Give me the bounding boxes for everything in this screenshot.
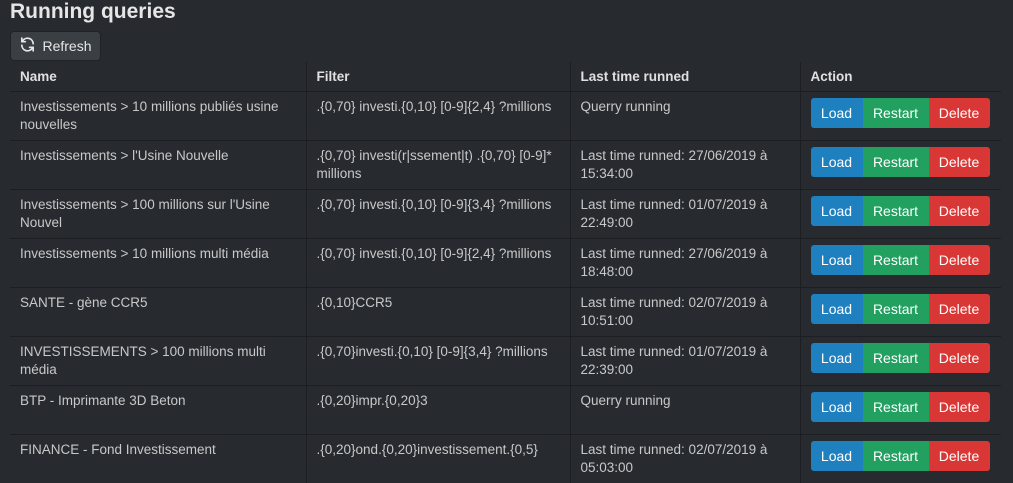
delete-button[interactable]: Delete	[929, 98, 990, 128]
delete-button[interactable]: Delete	[929, 441, 990, 471]
table-row: Investissements > 10 millions publiés us…	[10, 92, 1001, 141]
delete-button[interactable]: Delete	[929, 392, 990, 422]
load-button[interactable]: Load	[811, 441, 863, 471]
query-name: FINANCE - Fond Investissement	[10, 435, 306, 483]
table-row: Investissements > l'Usine Nouvelle .{0,7…	[10, 141, 1001, 190]
header-last-run: Last time runned	[570, 62, 800, 92]
load-button[interactable]: Load	[811, 392, 863, 422]
page-title: Running queries	[10, 0, 176, 24]
query-filter: .{0,70} investi.{0,10} [0-9]{2,4} ?milli…	[306, 92, 570, 141]
table-header-row: Name Filter Last time runned Action	[10, 62, 1001, 92]
restart-button[interactable]: Restart	[863, 98, 929, 128]
query-name: Investissements > 10 millions publiés us…	[10, 92, 306, 141]
query-name: INVESTISSEMENTS > 100 millions multi méd…	[10, 337, 306, 386]
query-last-run: Last time runned: 27/06/2019 à 15:34:00	[570, 141, 800, 190]
query-filter: .{0,10}CCR5	[306, 288, 570, 337]
query-actions: LoadRestartDelete	[800, 386, 1001, 435]
load-button[interactable]: Load	[811, 245, 863, 275]
queries-table: Name Filter Last time runned Action Inve…	[10, 62, 1001, 483]
header-name: Name	[10, 62, 306, 92]
delete-button[interactable]: Delete	[929, 343, 990, 373]
query-filter: .{0,20}impr.{0,20}3	[306, 386, 570, 435]
load-button[interactable]: Load	[811, 343, 863, 373]
delete-button[interactable]: Delete	[929, 147, 990, 177]
query-last-run: Last time runned: 02/07/2019 à 05:03:00	[570, 435, 800, 483]
header-filter: Filter	[306, 62, 570, 92]
table-row: Investissements > 100 millions sur l'Usi…	[10, 190, 1001, 239]
query-last-run: Last time runned: 01/07/2019 à 22:39:00	[570, 337, 800, 386]
query-actions: LoadRestartDelete	[800, 92, 1001, 141]
query-filter: .{0,70} investi.{0,10} [0-9]{2,4} ?milli…	[306, 239, 570, 288]
load-button[interactable]: Load	[811, 98, 863, 128]
load-button[interactable]: Load	[811, 147, 863, 177]
table-row: Investissements > 10 millions multi médi…	[10, 239, 1001, 288]
query-filter: .{0,70}investi.{0,10} [0-9]{3,4} ?millio…	[306, 337, 570, 386]
restart-button[interactable]: Restart	[863, 245, 929, 275]
query-last-run: Last time runned: 02/07/2019 à 10:51:00	[570, 288, 800, 337]
restart-button[interactable]: Restart	[863, 147, 929, 177]
header-action: Action	[800, 62, 1001, 92]
query-actions: LoadRestartDelete	[800, 435, 1001, 483]
delete-button[interactable]: Delete	[929, 196, 990, 226]
query-name: SANTE - gène CCR5	[10, 288, 306, 337]
query-actions: LoadRestartDelete	[800, 190, 1001, 239]
restart-button[interactable]: Restart	[863, 441, 929, 471]
table-row: BTP - Imprimante 3D Beton .{0,20}impr.{0…	[10, 386, 1001, 435]
query-filter: .{0,70} investi(r|ssement|t) .{0,70} [0-…	[306, 141, 570, 190]
table-row: FINANCE - Fond Investissement .{0,20}ond…	[10, 435, 1001, 483]
delete-button[interactable]: Delete	[929, 245, 990, 275]
query-last-run: Querry running	[570, 92, 800, 141]
query-actions: LoadRestartDelete	[800, 239, 1001, 288]
table-row: SANTE - gène CCR5 .{0,10}CCR5 Last time …	[10, 288, 1001, 337]
table-row: INVESTISSEMENTS > 100 millions multi méd…	[10, 337, 1001, 386]
restart-button[interactable]: Restart	[863, 392, 929, 422]
delete-button[interactable]: Delete	[929, 294, 990, 324]
query-name: Investissements > 100 millions sur l'Usi…	[10, 190, 306, 239]
restart-button[interactable]: Restart	[863, 294, 929, 324]
query-name: BTP - Imprimante 3D Beton	[10, 386, 306, 435]
query-last-run: Last time runned: 27/06/2019 à 18:48:00	[570, 239, 800, 288]
query-filter: .{0,70} investi.{0,10} [0-9]{3,4} ?milli…	[306, 190, 570, 239]
refresh-button[interactable]: Refresh	[10, 31, 101, 61]
refresh-icon	[19, 36, 36, 56]
restart-button[interactable]: Restart	[863, 343, 929, 373]
query-last-run: Last time runned: 01/07/2019 à 22:49:00	[570, 190, 800, 239]
refresh-label: Refresh	[42, 38, 91, 54]
query-filter: .{0,20}ond.{0,20}investissement.{0,5}	[306, 435, 570, 483]
load-button[interactable]: Load	[811, 196, 863, 226]
load-button[interactable]: Load	[811, 294, 863, 324]
query-actions: LoadRestartDelete	[800, 337, 1001, 386]
restart-button[interactable]: Restart	[863, 196, 929, 226]
query-name: Investissements > l'Usine Nouvelle	[10, 141, 306, 190]
query-actions: LoadRestartDelete	[800, 288, 1001, 337]
query-last-run: Querry running	[570, 386, 800, 435]
query-actions: LoadRestartDelete	[800, 141, 1001, 190]
query-name: Investissements > 10 millions multi médi…	[10, 239, 306, 288]
